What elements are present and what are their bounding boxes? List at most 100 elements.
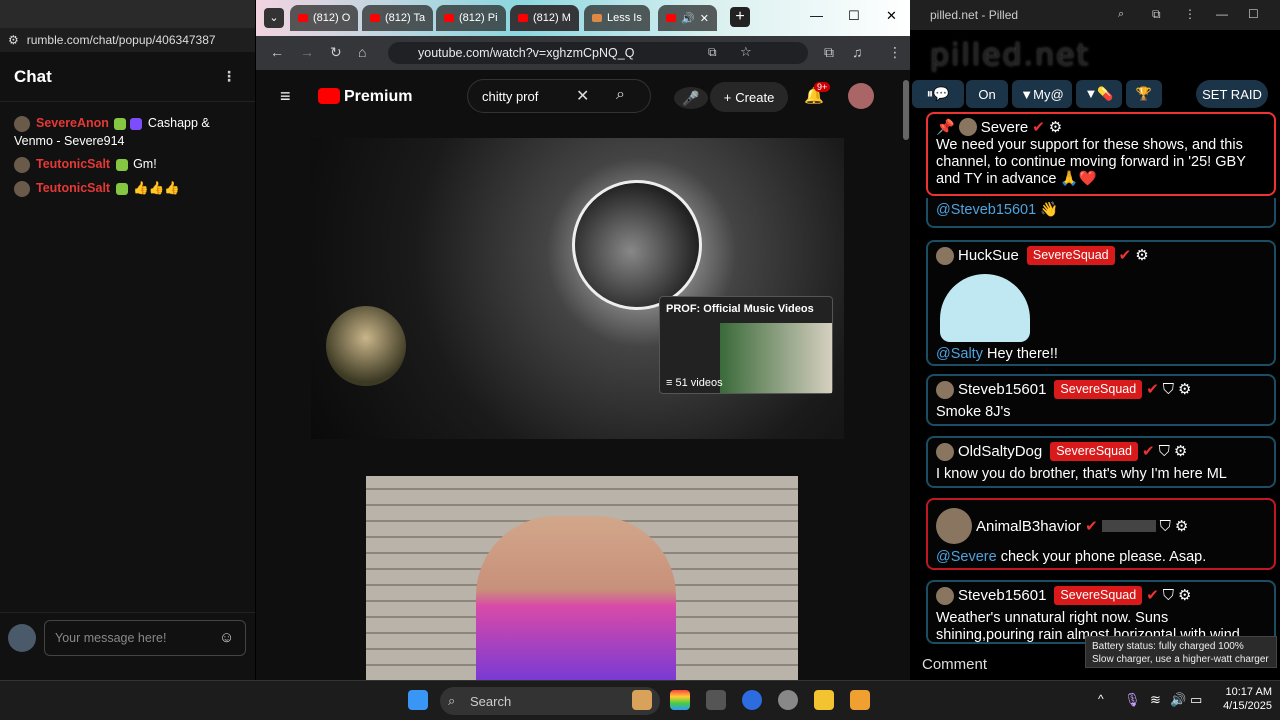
- chat-message-input[interactable]: Your message here! ☺: [44, 620, 246, 656]
- search-icon[interactable]: ⌕: [616, 86, 625, 104]
- paint-app-icon[interactable]: [632, 690, 652, 710]
- reload-icon[interactable]: ↻: [330, 44, 342, 61]
- taskbar-search[interactable]: ⌕ Search: [440, 687, 660, 715]
- scrollbar[interactable]: [903, 80, 909, 140]
- voice-search-icon[interactable]: 🎤: [674, 87, 708, 109]
- microphone-icon[interactable]: 🎙: [1124, 692, 1141, 708]
- browser-tab[interactable]: (812) Pi: [436, 5, 506, 31]
- tab-favicon: [592, 14, 602, 22]
- settings-gear-icon[interactable]: ⚙: [1175, 518, 1188, 535]
- browser-tab[interactable]: (812) O: [290, 5, 359, 31]
- youtube-search-input[interactable]: chitty prof ✕ ⌕: [467, 79, 651, 113]
- mention[interactable]: @Severe: [936, 549, 997, 565]
- forward-icon[interactable]: →: [300, 44, 314, 60]
- mention[interactable]: @Salty: [936, 346, 983, 362]
- youtube-premium-logo[interactable]: Premium: [344, 88, 412, 106]
- chat-username[interactable]: TeutonicSalt: [36, 157, 110, 171]
- extension-icon[interactable]: ⧉: [1152, 7, 1161, 22]
- chat-username[interactable]: Steveb15601: [958, 381, 1046, 398]
- pinned-message: 📌 Severe ✔ ⚙ We need your support for these…: [926, 112, 1276, 196]
- zoom-icon[interactable]: ⌕: [1118, 8, 1124, 21]
- shield-icon[interactable]: ⛉: [1160, 518, 1171, 535]
- trophy-icon[interactable]: 🏆: [1126, 80, 1162, 108]
- menu-icon[interactable]: ⋮: [1184, 7, 1196, 21]
- zoom-app-icon[interactable]: [742, 690, 762, 710]
- chat-username[interactable]: AnimalB3havior: [976, 518, 1081, 535]
- open-in-app-icon[interactable]: ⧉: [708, 45, 717, 60]
- settings-gear-icon[interactable]: ⚙: [1178, 381, 1191, 398]
- maximize-icon[interactable]: ☐: [1248, 7, 1259, 21]
- tab-search-icon[interactable]: ⌄: [264, 8, 284, 28]
- playlist-title: PROF: Official Music Videos: [666, 303, 814, 315]
- chat-username[interactable]: HuckSue: [958, 247, 1019, 264]
- close-window-icon[interactable]: ✕: [886, 8, 897, 24]
- site-info-icon[interactable]: ⚙: [8, 33, 19, 47]
- pilled-logo[interactable]: pilled.net: [930, 38, 1130, 74]
- toggle-on-button[interactable]: On: [966, 80, 1008, 108]
- browser-tab-audio[interactable]: 🔊 ✕: [658, 5, 717, 31]
- settings-gear-icon[interactable]: ⚙: [1135, 247, 1148, 264]
- rumble-address-bar[interactable]: ⚙ rumble.com/chat/popup/406347387: [0, 28, 255, 52]
- tab-title: Less Is: [607, 12, 642, 24]
- chat-username[interactable]: SevereAnon: [36, 116, 109, 130]
- close-tab-icon[interactable]: ✕: [700, 12, 709, 25]
- chat-username[interactable]: Steveb15601: [958, 587, 1046, 604]
- chrome-icon[interactable]: [670, 690, 690, 710]
- settings-gear-icon[interactable]: ⚙: [1178, 587, 1191, 604]
- chat-username[interactable]: TeutonicSalt: [36, 181, 110, 195]
- pilled-app-icon[interactable]: [706, 690, 726, 710]
- minimize-icon[interactable]: —: [1216, 7, 1228, 21]
- show-hidden-icons-icon[interactable]: ^: [1098, 692, 1104, 706]
- filter-pill-button[interactable]: ▼💊: [1076, 80, 1122, 108]
- browser-tab[interactable]: (812) Ta: [362, 5, 434, 31]
- minimize-icon[interactable]: —: [810, 8, 823, 23]
- chat-text: Gm!: [133, 157, 157, 171]
- emoji-icon[interactable]: ☺: [219, 629, 234, 646]
- shield-icon[interactable]: ⛉: [1159, 443, 1170, 460]
- settings-gear-icon[interactable]: ⚙: [1049, 119, 1062, 136]
- chat-message: Steveb15601 SevereSquad ✔ ⛉ ⚙ Smoke 8J's: [926, 374, 1276, 426]
- tab-title: (812) Pi: [459, 12, 498, 24]
- settings-gear-icon[interactable]: ⚙: [1174, 443, 1187, 460]
- chat-username[interactable]: OldSaltyDog: [958, 443, 1042, 460]
- address-bar[interactable]: youtube.com/watch?v=xghzmCpNQ_Q ⧉ ☆: [388, 42, 808, 64]
- hamburger-menu-icon[interactable]: ≡: [280, 86, 291, 107]
- bookmark-star-icon[interactable]: ☆: [740, 44, 752, 60]
- browser-tab-active[interactable]: (812) M: [510, 5, 579, 31]
- extensions-icon[interactable]: ⧉: [824, 44, 834, 61]
- clear-search-icon[interactable]: ✕: [576, 86, 589, 106]
- wifi-icon[interactable]: ≋: [1150, 692, 1161, 708]
- maximize-icon[interactable]: ☐: [848, 8, 860, 24]
- home-icon[interactable]: ⌂: [358, 44, 366, 60]
- comment-input[interactable]: Comment: [922, 650, 1082, 678]
- set-raid-button[interactable]: SET RAID: [1196, 80, 1268, 108]
- create-button[interactable]: + Create: [710, 82, 788, 112]
- rumble-titlebar[interactable]: [0, 0, 255, 28]
- channel-avatar[interactable]: [326, 306, 406, 386]
- media-control-icon[interactable]: ♫: [852, 44, 863, 60]
- windows-start-icon[interactable]: [408, 690, 428, 710]
- app-icon[interactable]: [850, 690, 870, 710]
- playlist-card[interactable]: PROF: Official Music Videos ≡ 51 videos: [659, 296, 833, 394]
- pause-chat-button[interactable]: ⏸💬: [912, 80, 964, 108]
- browser-tab[interactable]: Less Is: [584, 5, 650, 31]
- file-explorer-icon[interactable]: [814, 690, 834, 710]
- youtube-logo-icon[interactable]: [318, 88, 340, 104]
- mentions-filter-button[interactable]: ▼ My@: [1012, 80, 1072, 108]
- new-tab-icon[interactable]: +: [730, 7, 750, 27]
- clock[interactable]: 10:17 AM 4/15/2025: [1212, 685, 1272, 713]
- shield-icon[interactable]: ⛉: [1163, 381, 1174, 398]
- more-options-icon[interactable]: ⋮: [222, 68, 236, 85]
- app-icon[interactable]: [778, 690, 798, 710]
- browser-menu-icon[interactable]: ⋮: [888, 44, 902, 61]
- shield-icon[interactable]: ⛉: [1163, 587, 1174, 604]
- volume-icon[interactable]: 🔊: [1170, 692, 1186, 708]
- chat-message: OldSaltyDog SevereSquad ✔ ⛉ ⚙ I know you do …: [926, 436, 1276, 488]
- back-icon[interactable]: ←: [270, 44, 284, 60]
- chat-username[interactable]: Severe: [981, 119, 1029, 136]
- account-avatar[interactable]: [848, 83, 874, 109]
- avatar: [14, 115, 30, 132]
- battery-icon[interactable]: ▭: [1190, 692, 1202, 708]
- youtube-icon: [666, 14, 676, 22]
- mention[interactable]: @Steveb15601: [936, 202, 1036, 218]
